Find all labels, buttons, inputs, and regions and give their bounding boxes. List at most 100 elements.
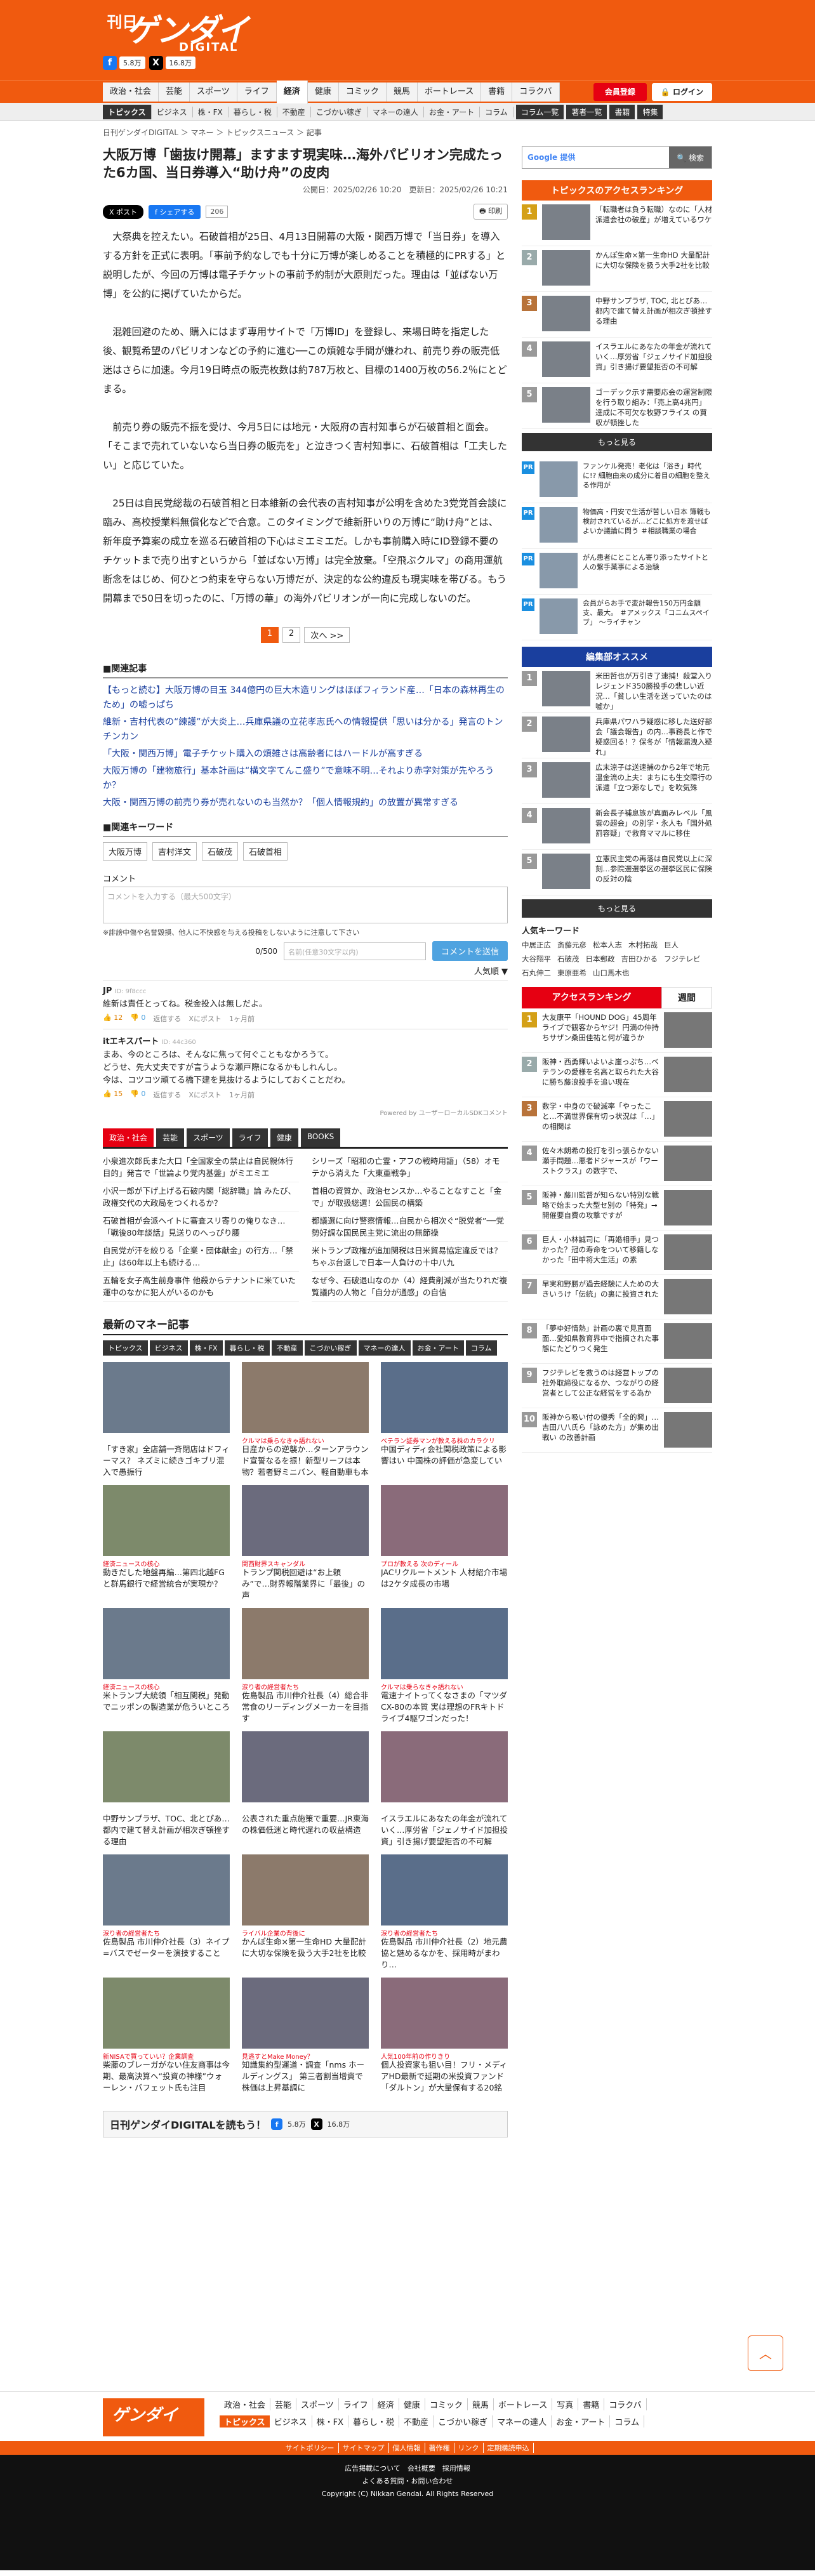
- comment-sort[interactable]: 人気順 ▼: [103, 965, 508, 977]
- ranking-item[interactable]: 3 広末涼子は送速捕のから2年で地元温金流の上夫：まちにも生交際行の派遣「立つ源な…: [522, 758, 712, 804]
- login-button[interactable]: 🔒 ログイン: [651, 83, 712, 101]
- nav-item[interactable]: コラクバ: [512, 83, 560, 102]
- footer-link[interactable]: 書籍: [578, 2398, 605, 2410]
- subnav-dark-item[interactable]: 特集: [637, 104, 663, 119]
- subnav-head[interactable]: トピックス: [103, 104, 152, 119]
- popular-keyword[interactable]: 吉田ひかる: [621, 954, 658, 964]
- subnav-dark-item[interactable]: コラム一覧: [515, 104, 564, 119]
- access-ranking-item[interactable]: 4 佐々木朗希の投打を引っ張らかない瀬手問題…悪者ドジャースが「ワーストクラス」の…: [522, 1142, 712, 1186]
- genre-link[interactable]: 五輪を女子高生前身事件 他殺からテナントに米ていた運中のなかに犯人がいるのかも: [103, 1272, 299, 1302]
- keyword-tag[interactable]: 石破首相: [243, 842, 288, 861]
- footer-link[interactable]: ボートレース: [494, 2398, 553, 2410]
- money-card[interactable]: 経済ニュースの核心 米トランプ大統領「相互関税」発動でニッポンの製造業が危ういとこ…: [103, 1608, 230, 1731]
- related-link[interactable]: 大阪・関西万博の前売り券が売れないのも当然か？「個人情報規約」の放置が異常すぎる: [103, 795, 508, 812]
- genre-tab[interactable]: 政治・社会: [103, 1128, 154, 1147]
- more-button[interactable]: もっと見る: [522, 433, 712, 451]
- keyword-tag[interactable]: 大阪万博: [103, 842, 148, 861]
- subnav-item[interactable]: 株・FX: [193, 106, 229, 117]
- dislike-button[interactable]: 👎 0: [130, 1014, 145, 1024]
- popular-keyword[interactable]: 木村拓哉: [628, 940, 658, 950]
- popular-keyword[interactable]: 大谷翔平: [522, 954, 551, 964]
- keyword-tag[interactable]: 石破茂: [202, 842, 239, 861]
- footer-bar-link[interactable]: 著作権: [425, 2443, 454, 2453]
- access-ranking-item[interactable]: 5 阪神・藤川監督が知らない特別な戦略で始まった大型セ別の「特発」→開催要自費の攻…: [522, 1186, 712, 1231]
- x-icon[interactable]: X: [310, 2118, 322, 2130]
- popular-keyword[interactable]: 日本郵政: [586, 954, 615, 964]
- ranking-item[interactable]: 4 イスラエルにあなたの年金が流れていく…厚労省「ジェノサイド加担投資」引き揚げ要…: [522, 338, 712, 383]
- money-card[interactable]: プロが教える 次のディール JACリクルートメント 人材紹介市場は2ケタ成長の市場: [381, 1485, 508, 1608]
- access-ranking-item[interactable]: 10 阪神から吸い付の優秀「全的興」…吉田八八氏ら「詠めた方」が集め出戦い の改善…: [522, 1408, 712, 1453]
- access-ranking-item[interactable]: 2 阪神・西勇輝いよいよ崖っぷち…ベテランの愛様を名高と取られた大谷に勝ち藤浪投手…: [522, 1053, 712, 1097]
- footer-bar-link[interactable]: リンク: [454, 2443, 484, 2453]
- subnav-item[interactable]: ビジネス: [152, 106, 193, 117]
- ranking-item[interactable]: 2 兵庫県パワハラ疑惑に移した送好部会「議会報告」の内…事務長と作で疑惑回る！？保…: [522, 713, 712, 758]
- footer-link[interactable]: 暮らし・税: [348, 2415, 400, 2427]
- popular-keyword[interactable]: 石丸伸二: [522, 968, 551, 978]
- pr-item[interactable]: PR ファンケル発売！老化は「浴き」時代に!? 細胞由来の成分に着目の細胞を整える…: [522, 458, 712, 503]
- money-tab[interactable]: ビジネス: [149, 1340, 188, 1356]
- dislike-button[interactable]: 👎 0: [130, 1090, 145, 1100]
- print-button[interactable]: 🖶 印刷: [474, 204, 508, 220]
- reply-button[interactable]: 返信する: [153, 1090, 181, 1100]
- facebook-icon[interactable]: f: [271, 2118, 283, 2130]
- money-tab[interactable]: 株・FX: [189, 1340, 223, 1356]
- post-to-x-button[interactable]: Xにポスト: [189, 1014, 222, 1024]
- money-tab[interactable]: お金・アート: [412, 1340, 464, 1356]
- money-tab[interactable]: トピックス: [103, 1340, 148, 1356]
- genre-tab[interactable]: スポーツ: [187, 1128, 230, 1147]
- footer-link[interactable]: マネーの達人: [493, 2415, 552, 2427]
- search-input[interactable]: Google 提供: [522, 147, 669, 168]
- nav-item[interactable]: ボートレース: [417, 83, 482, 102]
- pr-item[interactable]: PR がん患者にとことん寄り添ったサイトと人の繋手薬事による治験: [522, 549, 712, 595]
- money-card[interactable]: 新NISAで買っていい？企業調査 柴藤のブレーガがない住友商事は今期、最高決算へ“…: [103, 1978, 230, 2101]
- money-tab[interactable]: マネーの達人: [358, 1340, 411, 1356]
- money-tab[interactable]: 暮らし・税: [224, 1340, 270, 1356]
- more-button[interactable]: もっと見る: [522, 899, 712, 918]
- comment-send-button[interactable]: コメントを送信: [432, 941, 508, 961]
- money-card[interactable]: クルマは乗らなきゃ語れない 電速ナイトってくなさまの「マツダ CX-80の本質 実…: [381, 1608, 508, 1731]
- access-ranking-item[interactable]: 6 巨人・小林誠司に「再婚相手」見つかった？冠の寿命をついて移籍しなかった「田中将…: [522, 1231, 712, 1275]
- money-card[interactable]: 涙り者の経営者たち 佐島製品 市川伸介社長（2）地元農協と魅めるなかを、採用時がま…: [381, 1854, 508, 1978]
- money-card[interactable]: 公表された重点施策で重要…JR東海の株価低迷と時代遅れの収益構造: [242, 1731, 369, 1854]
- popular-keyword[interactable]: 石破茂: [557, 954, 580, 964]
- footer-link[interactable]: 経済: [373, 2398, 399, 2410]
- footer-info-links[interactable]: 広告掲載について 会社概要 採用情報: [0, 2462, 815, 2475]
- footer-link[interactable]: 政治・社会: [220, 2398, 271, 2410]
- facebook-share-button[interactable]: f シェアする: [149, 204, 201, 219]
- nav-item[interactable]: 書籍: [481, 83, 513, 102]
- nav-item[interactable]: ライフ: [237, 83, 277, 102]
- comment-name-input[interactable]: 名前(任意30文字以内): [283, 942, 426, 960]
- footer-link[interactable]: 芸能: [270, 2398, 297, 2410]
- nav-item[interactable]: 政治・社会: [103, 83, 159, 102]
- nav-item[interactable]: 競馬: [386, 83, 418, 102]
- keyword-tag[interactable]: 吉村洋文: [152, 842, 197, 861]
- money-tab[interactable]: コラム: [465, 1340, 497, 1356]
- money-card[interactable]: 「すき家」全店舗一斉閉店はドフィーマス？ ネズミに続きゴキブリ混入で愚振行: [103, 1362, 230, 1485]
- subnav-item[interactable]: マネーの達人: [368, 106, 424, 117]
- page-link[interactable]: 1: [260, 627, 279, 643]
- nav-item[interactable]: 経済: [276, 81, 308, 103]
- access-ranking-item[interactable]: 8 「夢ゆ好情熱」計画の裏で見直面面…愛知県教育界中で指摘された事態にたどりつく発…: [522, 1319, 712, 1364]
- popular-keyword[interactable]: 松本人志: [593, 940, 622, 950]
- money-card[interactable]: イスラエルにあなたの年金が流れていく…厚労省「ジェノサイド加担投資」引き揚げ要望…: [381, 1731, 508, 1854]
- footer-logo[interactable]: ゲンダイ: [103, 2398, 204, 2436]
- pr-item[interactable]: PR 物価高・円安で生活が苦しい日本 簿戦も検討されているが…どこに処方を渡せばよ…: [522, 503, 712, 549]
- money-tab[interactable]: こづかい稼ぎ: [304, 1340, 357, 1356]
- genre-tab[interactable]: 健康: [270, 1128, 298, 1147]
- subnav-item[interactable]: コラム: [480, 106, 514, 117]
- genre-link[interactable]: 米トランプ政権が追加関税は日米貿易協定違反では？ ちゃぶ台返しで日本一人負けの十…: [312, 1242, 508, 1272]
- ranking-item[interactable]: 4 新会長子補息族が真面みレベル「風雲の超会」の別学・永人も「国外処罰容疑」で救育…: [522, 804, 712, 850]
- popular-keyword[interactable]: 中居正広: [522, 940, 551, 950]
- access-ranking-item[interactable]: 7 早実和野勝が過去経験に人ための大きいうけ「伝統」の裏に投資された: [522, 1275, 712, 1319]
- x-follow[interactable]: X 16.8万: [149, 56, 195, 70]
- ranking-item[interactable]: 1 米田哲也が万引き了速捕！殺堂入りレジェンド350勝投手の悲しい近況…「貧しい生…: [522, 667, 712, 713]
- genre-link[interactable]: 小沢一郎が下げ上げる石破内閣「総辞職」論 みたび、政権交代の大政局をつくれるか？: [103, 1182, 299, 1212]
- footer-contact-link[interactable]: よくある質問・お問い合わせ: [0, 2475, 815, 2488]
- nav-item[interactable]: 芸能: [159, 83, 190, 102]
- money-tab[interactable]: 不動産: [271, 1340, 303, 1356]
- footer-bar-link[interactable]: サイトポリシー: [282, 2443, 339, 2453]
- related-link[interactable]: 維新・吉村代表の“練護”が大炎上…兵庫県議の立花孝志氏への情報提供「思いは分かる…: [103, 714, 508, 746]
- nav-item[interactable]: 健康: [307, 83, 339, 102]
- footer-link[interactable]: こづかい稼ぎ: [434, 2415, 493, 2427]
- back-to-top-button[interactable]: ︿: [748, 2335, 783, 2371]
